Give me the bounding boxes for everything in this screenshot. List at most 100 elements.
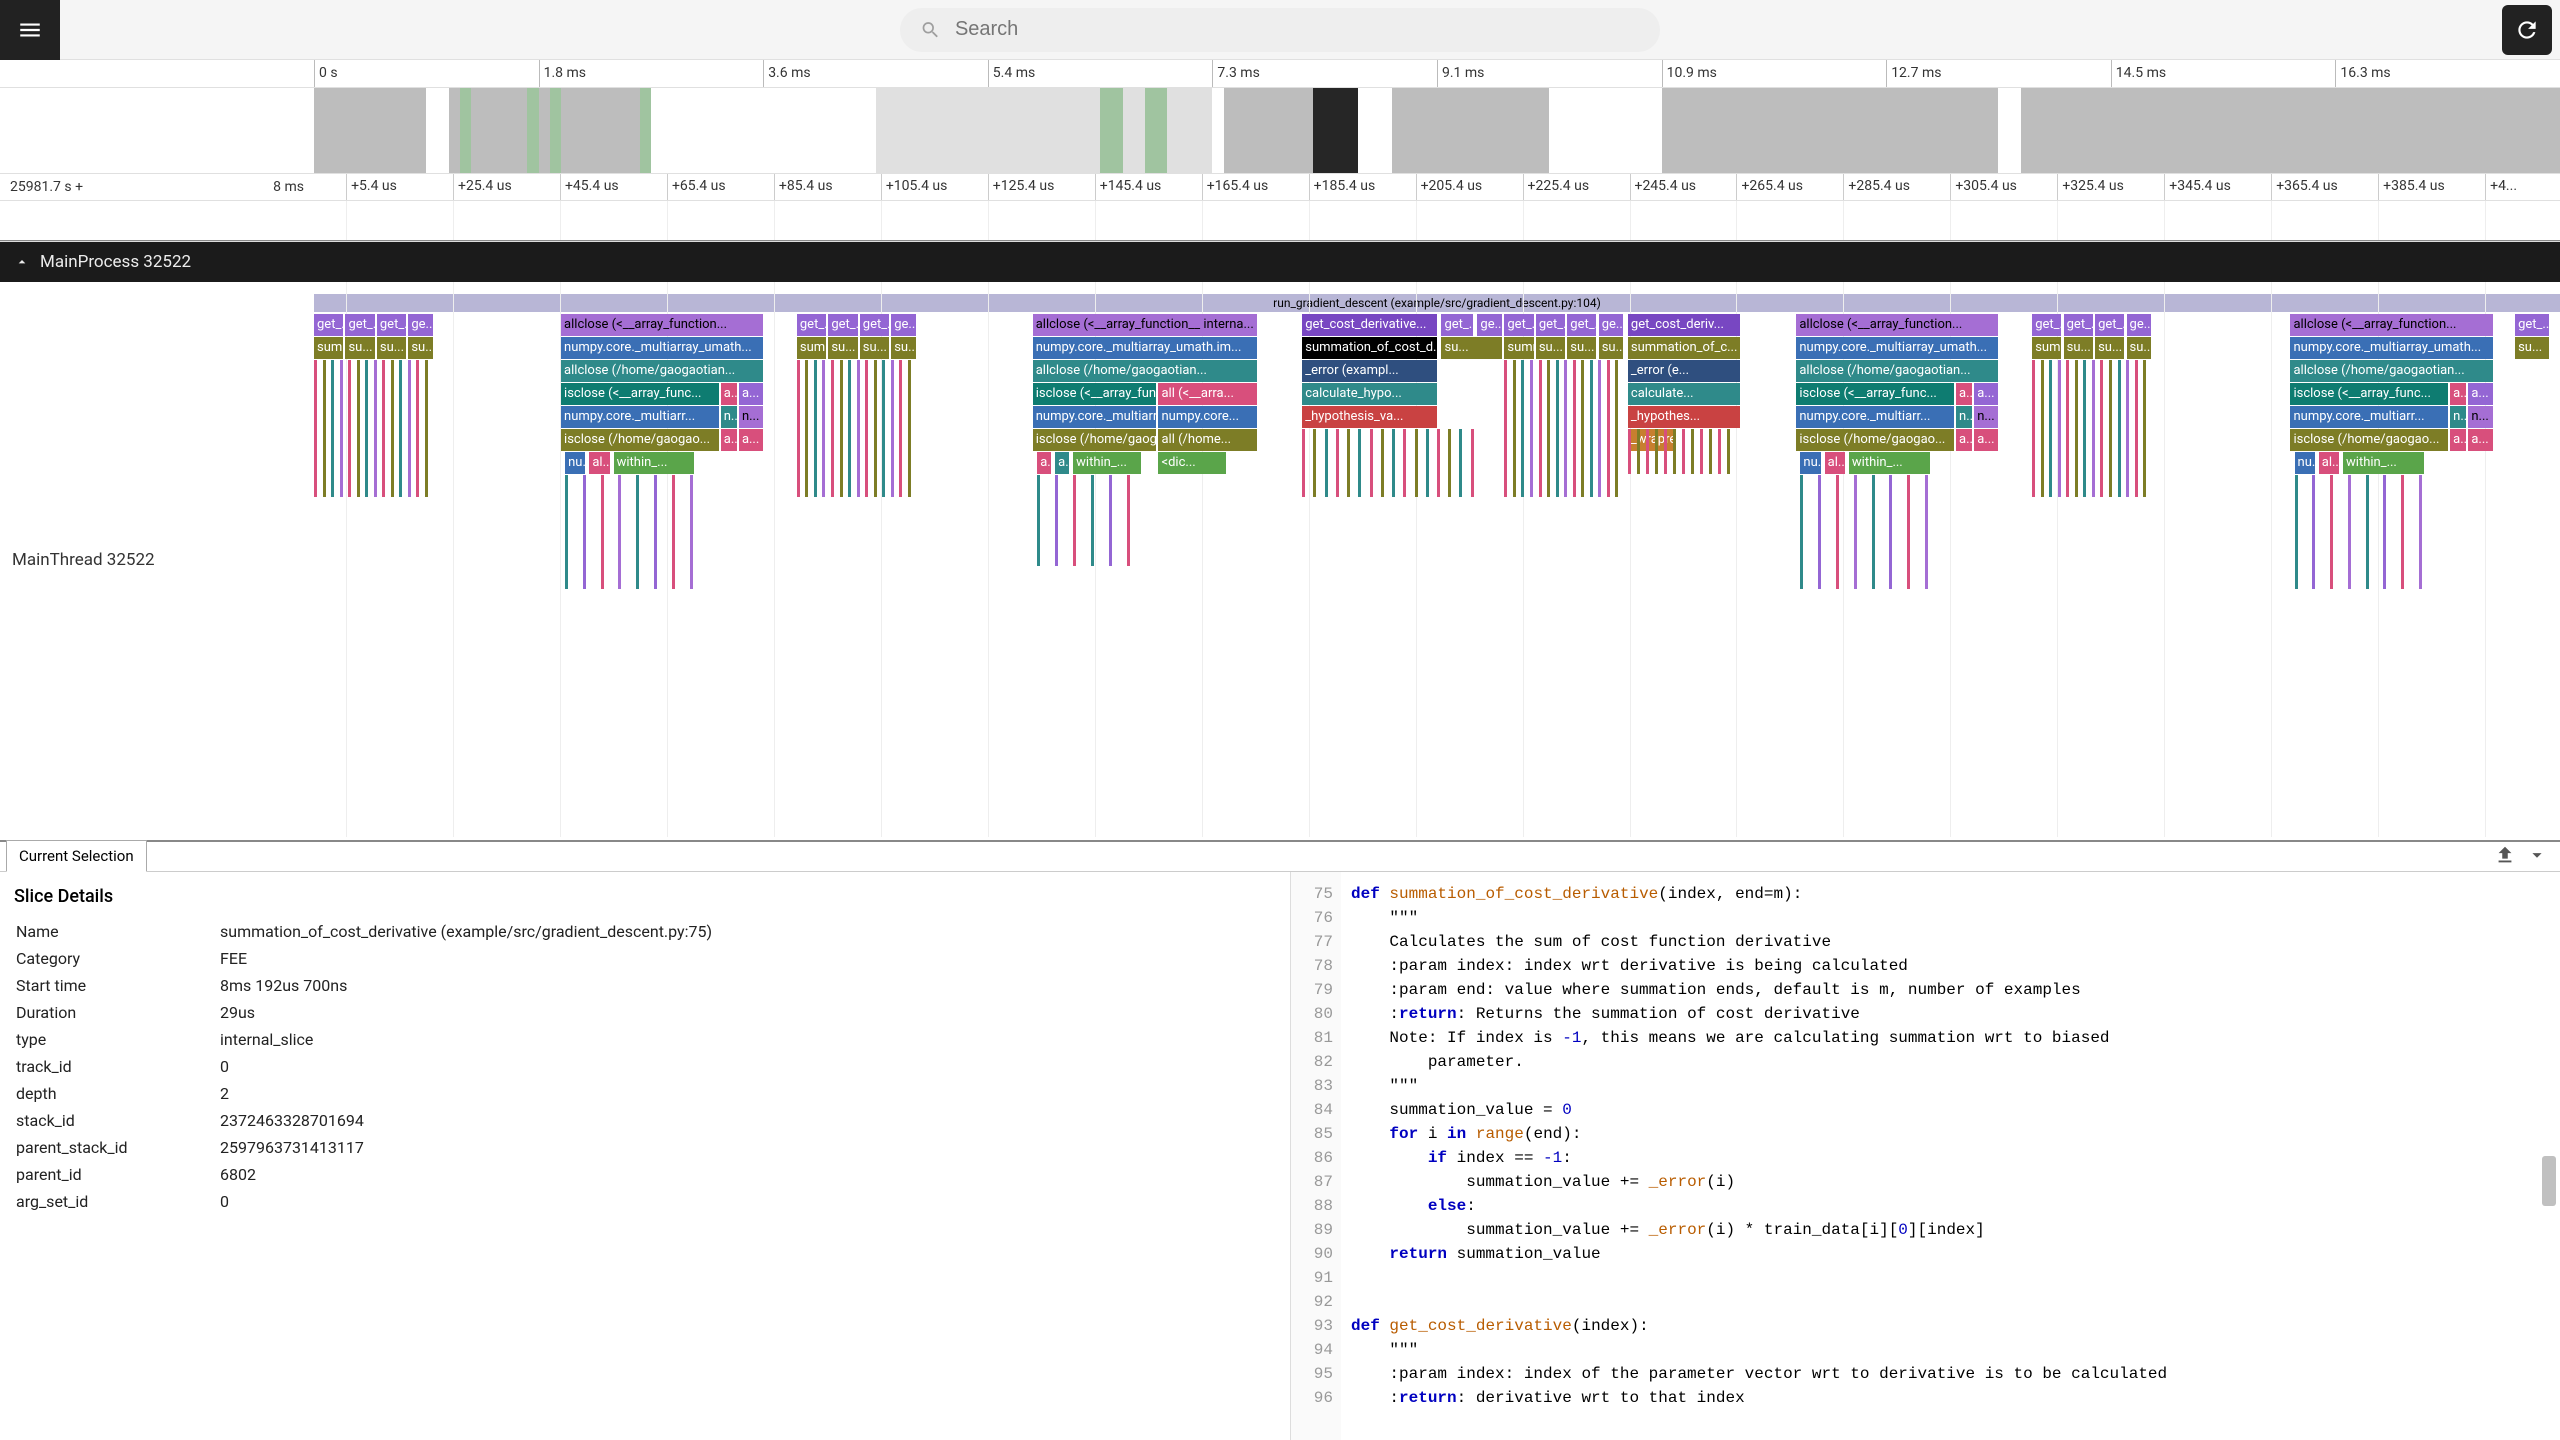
flame-slice[interactable]: numpy.core._multiarray_umath...	[2290, 337, 2492, 359]
flame-slice[interactable]: allclose (<__array_function__ interna...	[1033, 314, 1258, 336]
flame-slice[interactable]: su...	[828, 337, 857, 359]
flame-slice[interactable]: n...	[739, 406, 763, 428]
flame-slice[interactable]: get_...	[377, 314, 406, 336]
flame-slice[interactable]: get_...	[2032, 314, 2061, 336]
flame-slice[interactable]: get_...	[1441, 314, 1472, 336]
flame-slice[interactable]: nu...	[2295, 452, 2315, 474]
search-box[interactable]	[900, 8, 1660, 52]
flame-slice[interactable]: _hypothes...	[1628, 406, 1740, 428]
process-header[interactable]: MainProcess 32522	[0, 242, 2560, 282]
flame-slice[interactable]: a...	[1974, 429, 1998, 451]
flame-slice[interactable]: su...	[1567, 337, 1596, 359]
flame-slice[interactable]: su...	[345, 337, 374, 359]
flame-slice[interactable]: n...	[721, 406, 737, 428]
flame-slice[interactable]: get_...	[2515, 314, 2549, 336]
flame-slice[interactable]: get_...	[1567, 314, 1596, 336]
flame-slice[interactable]: get_cost_derivative...	[1302, 314, 1437, 336]
flame-slice[interactable]: calculate_hypo...	[1302, 383, 1437, 405]
flame-slice[interactable]: a...	[2450, 429, 2466, 451]
flame-slice[interactable]: numpy.core._multiarr...	[1033, 406, 1157, 428]
flame-slice[interactable]: calculate...	[1628, 383, 1740, 405]
flame-slice[interactable]: summation_of_c...	[1628, 337, 1740, 359]
flame-slice[interactable]: al...	[1825, 452, 1845, 474]
flame-slice[interactable]: _error (e...	[1628, 360, 1740, 382]
flame-slice[interactable]: summ...	[314, 337, 343, 359]
flame-slice[interactable]: su...	[2127, 337, 2152, 359]
flame-slice[interactable]: n...	[1974, 406, 1998, 428]
flame-slice[interactable]: isclose (/home/gaogao...	[2290, 429, 2448, 451]
flame-slice[interactable]: get_...	[2064, 314, 2093, 336]
flame-slice[interactable]: numpy.core._multiarr...	[1796, 406, 1954, 428]
flame-slice[interactable]: within_...	[2343, 452, 2424, 474]
flame-slice[interactable]: get_...	[345, 314, 374, 336]
flame-slice[interactable]: allclose (<__array_function...	[561, 314, 763, 336]
flame-slice[interactable]: n...	[2450, 406, 2466, 428]
flame-slice[interactable]: allclose (/home/gaogaotian...	[1033, 360, 1258, 382]
flame-slice[interactable]: summ...	[797, 337, 826, 359]
flame-slice[interactable]: get_...	[2095, 314, 2124, 336]
flame-slice[interactable]: isclose (/home/gaogao...	[1033, 429, 1157, 451]
flame-slice[interactable]: get_...	[828, 314, 857, 336]
flame-slice[interactable]: su...	[1536, 337, 1565, 359]
flame-slice[interactable]: su...	[2064, 337, 2093, 359]
flame-slice[interactable]: numpy.core._multiarray_umath...	[561, 337, 763, 359]
menu-button[interactable]	[0, 0, 60, 60]
flame-slice[interactable]: ge...	[2127, 314, 2152, 336]
flame-slice[interactable]: isclose (<__array_func...	[561, 383, 719, 405]
flame-slice[interactable]: numpy.core._multiarr...	[561, 406, 719, 428]
flame-slice[interactable]: su...	[408, 337, 433, 359]
flame-slice[interactable]: a...	[1956, 383, 1972, 405]
search-input[interactable]	[955, 18, 1640, 41]
flame-slice[interactable]: isclose (/home/gaogao...	[561, 429, 719, 451]
flame-slice[interactable]: get_...	[797, 314, 826, 336]
flame-area[interactable]: MainThread 32522 run_gradient_descent (e…	[0, 282, 2560, 837]
flame-slice[interactable]: a...	[739, 383, 763, 405]
timeline-ruler-major[interactable]: 0 s1.8 ms3.6 ms5.4 ms7.3 ms9.1 ms10.9 ms…	[0, 60, 2560, 88]
refresh-button[interactable]	[2502, 5, 2552, 55]
flame-slice[interactable]: numpy.core...	[1158, 406, 1257, 428]
flame-slice[interactable]: a...	[2468, 383, 2492, 405]
scrollbar[interactable]	[2542, 1156, 2556, 1206]
flame-slice[interactable]: _error (exampl...	[1302, 360, 1437, 382]
flame-slice[interactable]: get_...	[314, 314, 343, 336]
flame-slice[interactable]: a...	[721, 383, 737, 405]
flame-slice[interactable]: nu...	[565, 452, 585, 474]
flame-slice[interactable]: get_...	[1504, 314, 1533, 336]
flame-slice[interactable]: within_...	[1073, 452, 1140, 474]
flame-slice[interactable]: all (/home...	[1158, 429, 1257, 451]
flame-slice[interactable]: su...	[2095, 337, 2124, 359]
flame-slice[interactable]: <dic...	[1158, 452, 1225, 474]
flame-slice[interactable]: al...	[589, 452, 609, 474]
flame-slice[interactable]: numpy.core._multiarray_umath...	[1796, 337, 1998, 359]
flame-slice[interactable]: isclose (/home/gaogao...	[1796, 429, 1954, 451]
flame-slice[interactable]: su...	[377, 337, 406, 359]
flame-slice[interactable]: su...	[891, 337, 916, 359]
flame-slice[interactable]: ge...	[1599, 314, 1624, 336]
flame-slice[interactable]: get_...	[1536, 314, 1565, 336]
flame-slice[interactable]: n...	[1956, 406, 1972, 428]
flame-slice[interactable]: su...	[1441, 337, 1502, 359]
upload-icon[interactable]	[2494, 844, 2516, 866]
flame-slice[interactable]: ge...	[1477, 314, 1502, 336]
flame-slice[interactable]: _hypothesis_va...	[1302, 406, 1437, 428]
flame-slice[interactable]: allclose (<__array_function...	[2290, 314, 2492, 336]
flame-slice[interactable]: summ...	[2032, 337, 2061, 359]
flame-slice[interactable]: a...	[1055, 452, 1068, 474]
flame-slice[interactable]: n...	[2468, 406, 2492, 428]
flame-slice[interactable]: get_...	[860, 314, 889, 336]
flame-slice[interactable]: ge...	[408, 314, 433, 336]
flame-slice[interactable]: nu...	[1800, 452, 1820, 474]
chevron-down-icon[interactable]	[2526, 844, 2548, 866]
flame-slice[interactable]: su...	[2515, 337, 2549, 359]
flame-slice[interactable]: a...	[739, 429, 763, 451]
flame-slice[interactable]: within_...	[614, 452, 695, 474]
tab-current-selection[interactable]: Current Selection	[6, 840, 147, 872]
minimap[interactable]	[0, 88, 2560, 173]
flame-slice[interactable]: a...	[1037, 452, 1050, 474]
timeline-ruler-fine[interactable]: 25981.7 s +8 ms +5.4 us+25.4 us+45.4 us+…	[0, 173, 2560, 201]
flame-slice[interactable]: numpy.core._multiarray_umath.im...	[1033, 337, 1258, 359]
flame-slice[interactable]: su...	[1599, 337, 1624, 359]
flame-slice[interactable]: all (<__arra...	[1158, 383, 1257, 405]
flame-slice[interactable]: summ...	[1504, 337, 1533, 359]
flame-slice[interactable]: allclose (/home/gaogaotian...	[2290, 360, 2492, 382]
